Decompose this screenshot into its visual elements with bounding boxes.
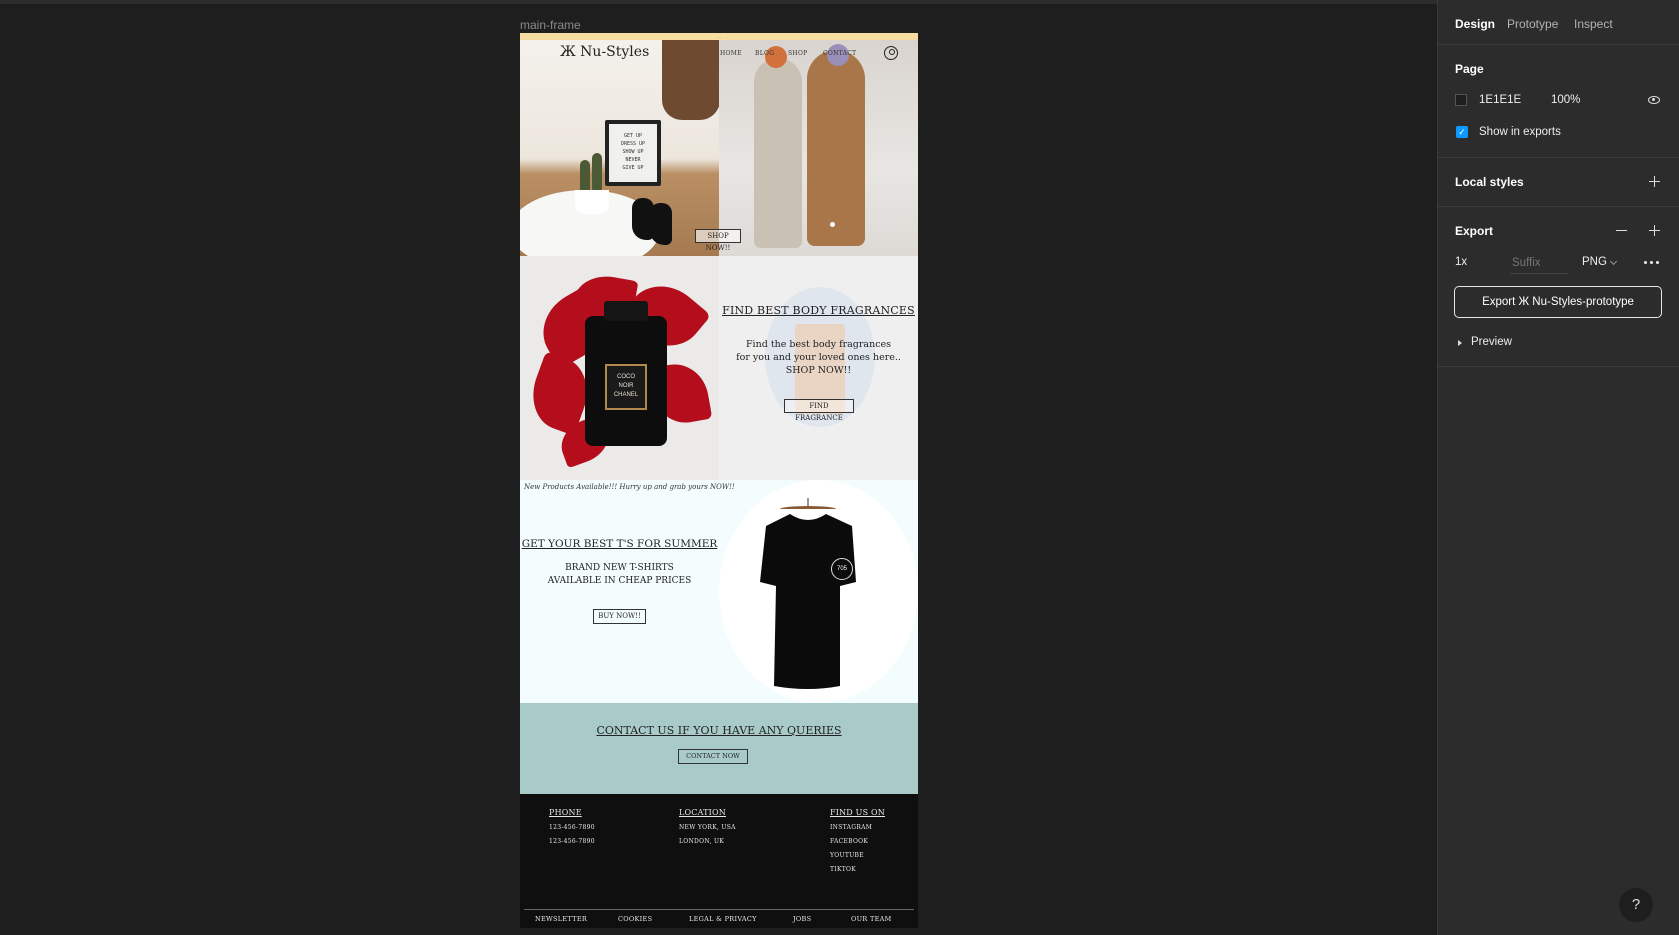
hero-section: GET UP DRESS UP SHOW UP NEVER GIVE UP: [520, 40, 918, 256]
fragrance-title[interactable]: FIND BEST BODY FRAGRANCES: [719, 304, 918, 317]
more-options-icon[interactable]: [1644, 261, 1660, 265]
fragrance-section: COCO NOIR CHANEL FIND BEST BODY FRAGRANC…: [520, 256, 918, 480]
nav-home[interactable]: HOME: [720, 50, 742, 57]
model-person: [807, 50, 865, 246]
nav-blog[interactable]: BLOG: [755, 50, 774, 57]
tab-inspect[interactable]: Inspect: [1574, 17, 1613, 31]
shop-now-button[interactable]: SHOP NOW!!: [695, 229, 741, 252]
remove-export-minus-icon[interactable]: [1616, 225, 1627, 236]
footer-column-social: FIND US ON INSTAGRAM FACEBOOK YOUTUBE TI…: [830, 808, 885, 877]
footer-item[interactable]: FACEBOOK: [830, 835, 885, 849]
boot: [650, 203, 672, 245]
letter-board: GET UP DRESS UP SHOW UP NEVER GIVE UP: [605, 120, 661, 186]
footer-item[interactable]: LONDON, UK: [679, 835, 736, 849]
local-styles-title: Local styles: [1455, 175, 1524, 189]
footer-item[interactable]: INSTAGRAM: [830, 821, 885, 835]
contact-now-button[interactable]: CONTACT NOW: [678, 749, 748, 764]
footer-column-title: LOCATION: [679, 808, 726, 817]
footer-item[interactable]: 123-456-7890: [549, 835, 595, 849]
fragrance-description: Find the best body fragrances for you an…: [736, 339, 901, 376]
tshirt-description: BRAND NEW T-SHIRTS AVAILABLE IN CHEAP PR…: [547, 563, 692, 586]
main-frame[interactable]: … GET UP DRESS UP SHOW UP NEVER GIVE UP: [520, 33, 918, 928]
page-color-swatch[interactable]: [1455, 94, 1467, 106]
eye-icon[interactable]: [1648, 96, 1660, 104]
show-in-exports-checkbox[interactable]: ✓: [1456, 126, 1468, 138]
plant-pot: [575, 190, 609, 214]
footer-item[interactable]: NEW YORK, USA: [679, 821, 736, 835]
hero-image-room: GET UP DRESS UP SHOW UP NEVER GIVE UP: [520, 40, 719, 256]
footer-link-team[interactable]: OUR TEAM: [851, 915, 892, 923]
contact-section: CONTACT US IF YOU HAVE ANY QUERIES CONTA…: [520, 703, 918, 794]
export-button[interactable]: Export Ж Nu-Styles-prototype: [1454, 286, 1662, 318]
chevron-down-icon[interactable]: [1609, 257, 1618, 266]
account-icon[interactable]: [884, 46, 898, 60]
footer-link-newsletter[interactable]: NEWSLETTER: [535, 915, 587, 923]
tshirt-title[interactable]: GET YOUR BEST T'S FOR SUMMER: [520, 538, 719, 550]
page-section-title: Page: [1455, 62, 1484, 76]
frame-label[interactable]: main-frame: [520, 18, 581, 32]
footer-link-jobs[interactable]: JOBS: [793, 915, 811, 923]
export-section-title: Export: [1455, 224, 1494, 238]
footer-link-cookies[interactable]: COOKIES: [618, 915, 652, 923]
tshirt-section: New Products Available!!! Hurry up and g…: [520, 480, 918, 703]
footer-column-phone: PHONE 123-456-7890 123-456-7890: [549, 808, 595, 849]
site-footer: PHONE 123-456-7890 123-456-7890 LOCATION…: [520, 794, 918, 928]
letter-board-text: GET UP DRESS UP SHOW UP NEVER GIVE UP: [609, 124, 657, 182]
fragrance-image: COCO NOIR CHANEL: [520, 256, 719, 480]
caret-right-icon[interactable]: [1458, 340, 1462, 346]
tshirt-image: [760, 514, 856, 689]
footer-column-title: PHONE: [549, 808, 582, 817]
help-button[interactable]: ?: [1619, 888, 1653, 922]
cactus: [580, 160, 590, 194]
add-export-plus-icon[interactable]: [1649, 225, 1660, 236]
properties-panel: Design Prototype Inspect Page 1E1E1E 100…: [1437, 0, 1679, 935]
export-suffix-input[interactable]: [1510, 252, 1568, 274]
tab-prototype[interactable]: Prototype: [1507, 17, 1558, 31]
hero-image-models: [719, 40, 918, 256]
footer-column-location: LOCATION NEW YORK, USA LONDON, UK: [679, 808, 736, 849]
footer-item[interactable]: 123-456-7890: [549, 821, 595, 835]
footer-column-title: FIND US ON: [830, 808, 885, 817]
footer-item[interactable]: TIKTOK: [830, 863, 885, 877]
model-person: [754, 58, 802, 248]
export-scale-field[interactable]: 1x: [1455, 256, 1467, 268]
site-nav: Ж Nu-Styles HOME BLOG SHOP CONTACT: [520, 40, 918, 64]
footer-link-legal[interactable]: LEGAL & PRIVACY: [689, 915, 757, 923]
perfume-label: COCO NOIR CHANEL: [605, 364, 647, 410]
tshirt-tagline: New Products Available!!! Hurry up and g…: [524, 483, 735, 491]
site-logo[interactable]: Ж Nu-Styles: [560, 44, 649, 60]
add-style-plus-icon[interactable]: [1649, 176, 1660, 187]
page-opacity-value[interactable]: 100%: [1551, 94, 1580, 106]
footer-divider: [524, 909, 914, 910]
contact-title[interactable]: CONTACT US IF YOU HAVE ANY QUERIES: [520, 724, 918, 737]
preview-toggle[interactable]: Preview: [1471, 336, 1512, 348]
nav-shop[interactable]: SHOP: [788, 50, 808, 57]
panel-divider: [1438, 206, 1679, 207]
find-fragrance-button[interactable]: FIND FRAGRANCE: [784, 399, 854, 422]
nav-contact[interactable]: CONTACT: [823, 50, 856, 57]
footer-item[interactable]: YOUTUBE: [830, 849, 885, 863]
cactus: [592, 153, 602, 193]
panel-divider: [1438, 44, 1679, 45]
canvas[interactable]: main-frame … GET UP DRESS UP SHOW UP NEV…: [0, 0, 1437, 935]
tshirt-logo: 705: [831, 558, 853, 580]
tab-design[interactable]: Design: [1455, 17, 1495, 31]
show-in-exports-label: Show in exports: [1479, 126, 1561, 138]
buy-now-button[interactable]: BUY NOW!!: [593, 609, 646, 624]
panel-divider: [1438, 366, 1679, 367]
fragrance-promo: FIND BEST BODY FRAGRANCES Find the best …: [719, 256, 918, 480]
panel-divider: [1438, 157, 1679, 158]
page-color-value[interactable]: 1E1E1E: [1479, 94, 1521, 106]
carousel-dot[interactable]: [830, 222, 835, 227]
export-format-select[interactable]: PNG: [1582, 256, 1607, 268]
promo-strip: …: [520, 33, 918, 40]
perfume-cap: [604, 301, 648, 321]
